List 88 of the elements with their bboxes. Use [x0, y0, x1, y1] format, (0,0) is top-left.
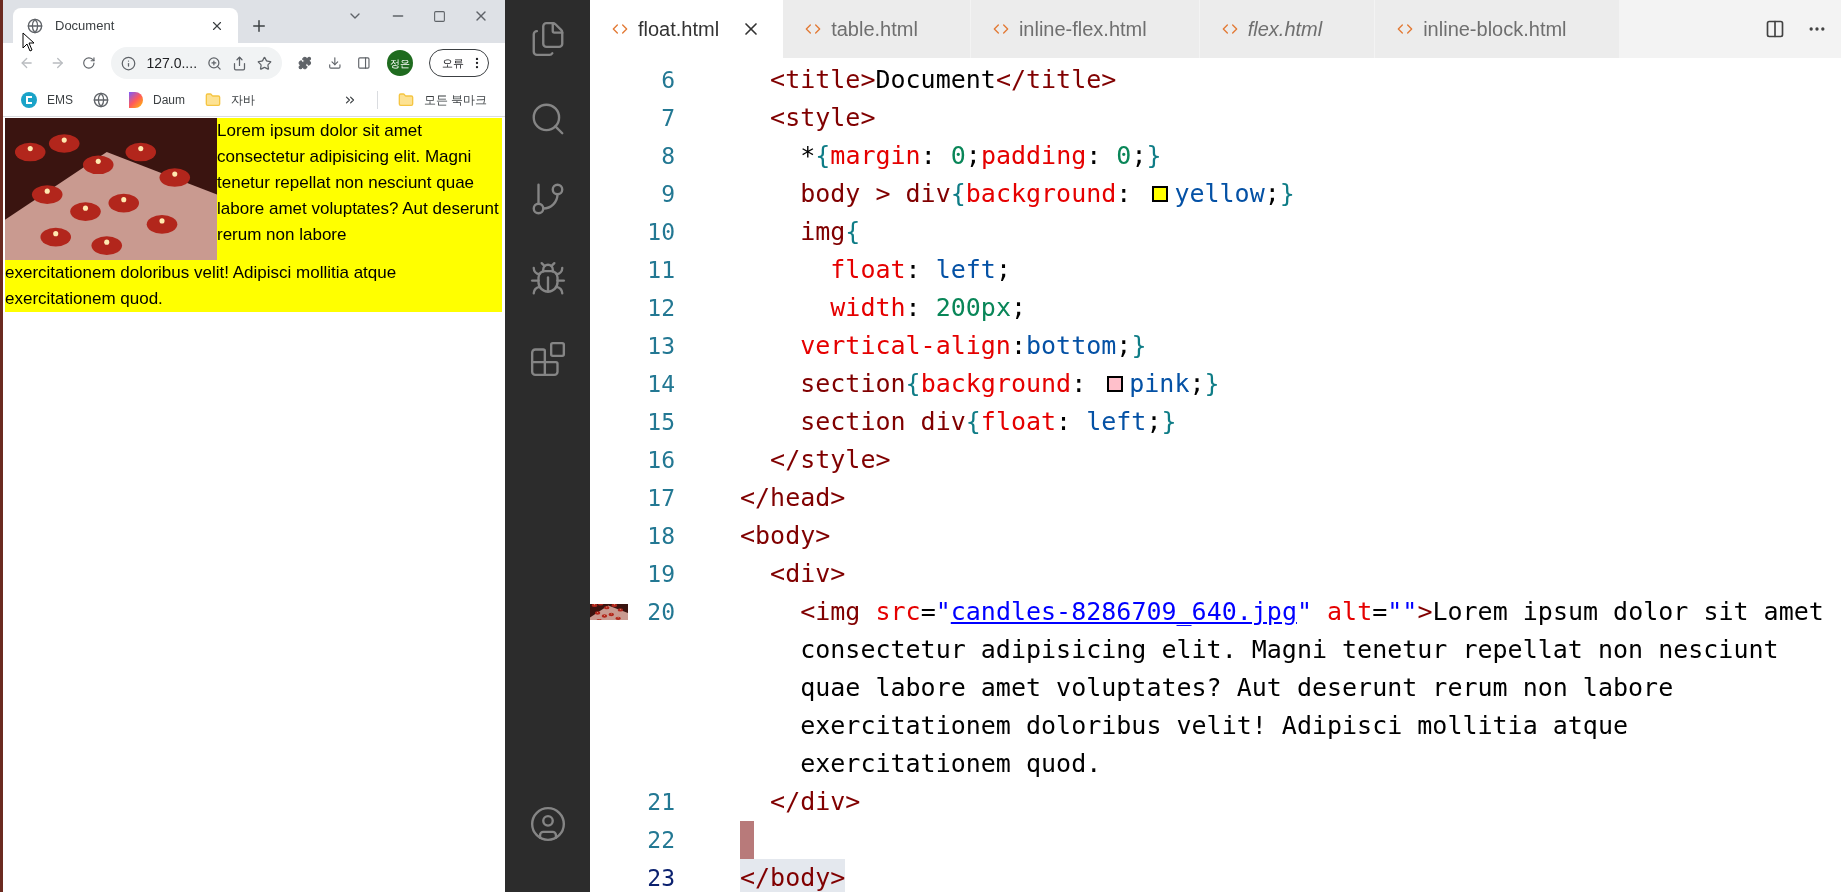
line-number: 8	[660, 141, 675, 171]
code-text: <body>	[740, 520, 831, 553]
line-number: 20	[646, 597, 675, 627]
line-number: 21	[646, 787, 675, 817]
code-text: </div>	[769, 786, 861, 819]
code-icon	[1221, 21, 1238, 37]
line-number: 10	[646, 217, 675, 247]
info-icon[interactable]	[121, 55, 137, 71]
bookmark[interactable]: 모든 북마크	[397, 90, 487, 109]
code-text: yellow;}	[1174, 178, 1295, 211]
code-icon	[805, 21, 822, 37]
code-text: </body>	[740, 862, 846, 892]
star-icon[interactable]	[257, 55, 272, 71]
line-number: 7	[660, 103, 675, 133]
code-text: " alt="">Lorem ipsum dolor sit amet	[1296, 596, 1824, 629]
code-text: consectetur adipisicing elit. Magni tenetur repellat non nesciunt	[799, 634, 1779, 667]
cursor-icon	[22, 32, 35, 52]
editor-tab[interactable]: flex.html	[1199, 0, 1376, 58]
code-text: width: 200px;	[829, 292, 1026, 325]
code-text: *{margin: 0;padding: 0;}	[799, 140, 1162, 173]
folder-icon	[397, 91, 414, 108]
download-icon[interactable]	[327, 55, 342, 71]
app-icon	[21, 91, 37, 108]
code-text: </head>	[740, 482, 846, 515]
code-text: pink;}	[1129, 368, 1220, 401]
code-text: <title>Document</title>	[769, 64, 1117, 97]
extensions-icon[interactable]	[528, 340, 567, 378]
editor-tab[interactable]: inline-flex.html	[970, 0, 1200, 58]
bookmark[interactable]	[93, 91, 109, 108]
code-icon	[1397, 21, 1414, 37]
color-swatch[interactable]	[1107, 376, 1124, 392]
account-icon[interactable]	[528, 805, 567, 843]
paragraph: exercitationem doloribus velit! Adipisci mollitia atque exercitationem quod.	[5, 262, 398, 310]
code-text: </style>	[769, 444, 891, 477]
code-text: section div{float: left;}	[799, 406, 1177, 439]
line-number: 6	[660, 65, 675, 95]
code-icon	[612, 21, 628, 37]
address-bar[interactable]: 127.0....	[111, 47, 282, 79]
split-editor-icon[interactable]	[1765, 19, 1785, 39]
browser-tab[interactable]: Document	[13, 8, 238, 43]
code-text: <div>	[769, 558, 846, 591]
line-number: 19	[646, 559, 675, 589]
side-panel-icon[interactable]	[357, 55, 372, 71]
folder-icon	[205, 91, 222, 108]
profile-avatar[interactable]: 정은	[387, 50, 414, 76]
paragraph: Lorem ipsum dolor sit amet consectetur adipisicing elit. Magni tenetur repellat non nesciunt quae labore amet voluptates? Aut deserunt rerum non labore	[217, 120, 500, 246]
bookmark[interactable]: 자바	[205, 90, 256, 109]
editor-tab[interactable]: inline-block.html	[1375, 0, 1620, 58]
new-tab-icon[interactable]	[250, 17, 268, 35]
code-icon	[992, 21, 1009, 37]
code-text: quae labore amet voluptates? Aut deserunt rerum non labore	[799, 672, 1674, 705]
extensions-icon[interactable]	[298, 55, 312, 71]
code-text: <style>	[769, 102, 876, 135]
code-text: vertical-align:bottom;}	[799, 330, 1147, 363]
line-number: 22	[646, 825, 675, 855]
color-swatch[interactable]	[1152, 186, 1169, 202]
line-number: 13	[646, 331, 675, 361]
file-link[interactable]: candles-8286709_640.jpg	[950, 593, 1297, 631]
code-text: float: left;	[829, 254, 1011, 287]
code-text: <img src="	[799, 596, 951, 629]
tab-title: Document	[55, 16, 116, 35]
line-number: 9	[660, 179, 675, 209]
code-text: exercitationem doloribus velit! Adipisci mollitia atque	[799, 710, 1629, 743]
line-number: 15	[646, 407, 675, 437]
editor-tab[interactable]: table.html	[783, 0, 971, 58]
logo-icon	[129, 91, 143, 108]
editor-tab[interactable]: float.html	[590, 0, 784, 58]
maximize-icon[interactable]	[433, 9, 446, 23]
share-icon[interactable]	[232, 55, 247, 71]
zoom-icon[interactable]	[207, 55, 222, 71]
line-number: 17	[646, 483, 675, 513]
indent-marker	[740, 821, 754, 859]
globe-icon	[93, 91, 109, 108]
code-text: img{	[799, 216, 861, 249]
line-number: 14	[646, 369, 675, 399]
line-number: 23	[646, 863, 675, 892]
line-number: 11	[646, 255, 675, 285]
bookmark[interactable]: EMS	[21, 90, 73, 109]
reload-icon[interactable]	[81, 55, 96, 71]
globe-icon	[27, 17, 43, 34]
code-text: section{background:	[799, 368, 1088, 401]
bookmark[interactable]: Daum	[129, 90, 186, 109]
line-number: 12	[646, 293, 675, 323]
code-text: exercitationem quod.	[799, 748, 1102, 781]
line-number: 16	[646, 445, 675, 475]
address-text: 127.0....	[146, 53, 197, 73]
line-number: 18	[646, 521, 675, 551]
code-text: body > div{background:	[799, 178, 1133, 211]
